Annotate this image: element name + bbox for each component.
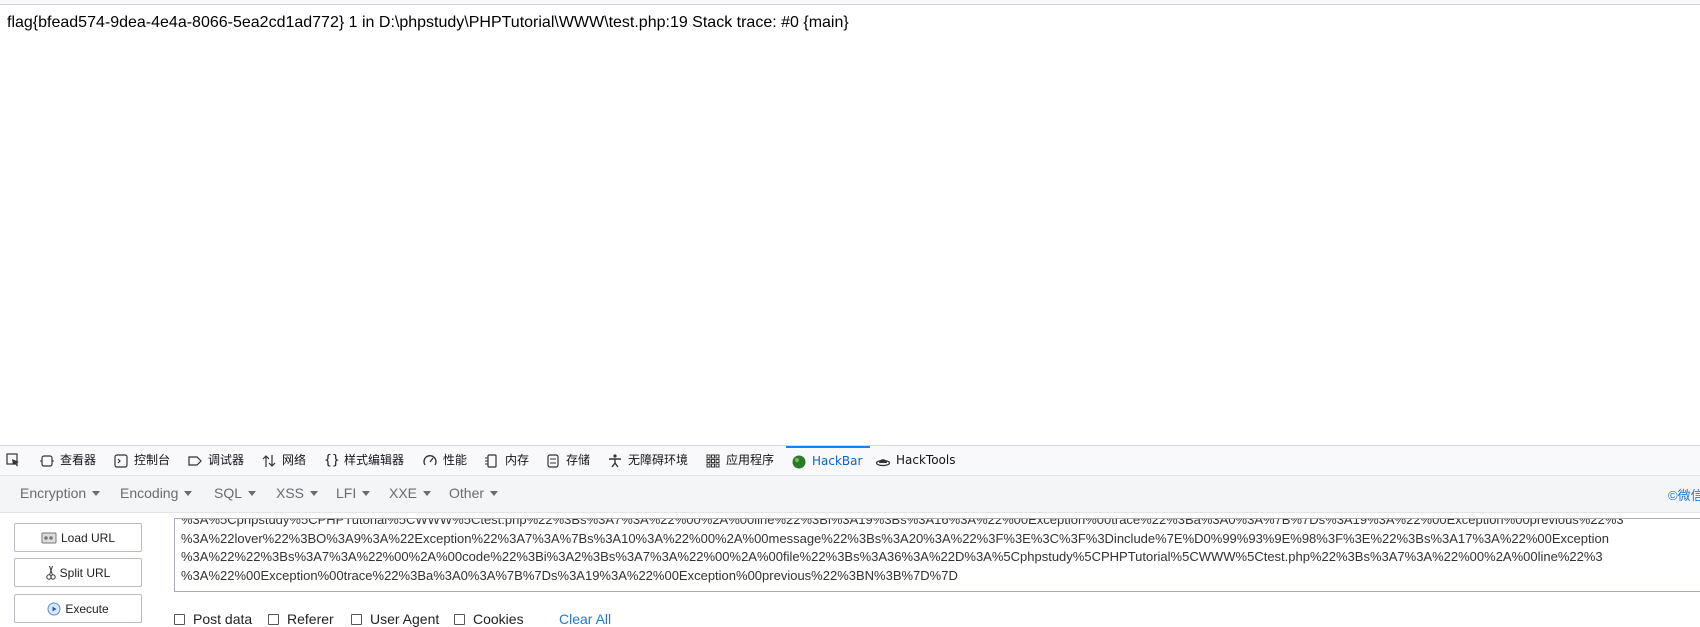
performance-icon <box>423 454 437 465</box>
option-label: Cookies <box>473 611 524 627</box>
tab-label: 调试器 <box>208 453 245 467</box>
menu-label: Other <box>449 485 485 501</box>
option-label: Post data <box>193 611 253 627</box>
menu-encoding[interactable]: Encoding <box>120 485 193 501</box>
menu-label: Encryption <box>20 485 87 501</box>
post-data-option[interactable]: Post data <box>174 611 252 627</box>
option-label: User Agent <box>370 611 440 627</box>
tab-performance[interactable]: 性能 <box>423 446 467 475</box>
caret-down-icon <box>490 490 499 496</box>
caret-down-icon <box>362 490 371 496</box>
hackbar-menu: Encryption Encoding SQL XSS LFI XXE Othe… <box>0 476 1700 513</box>
tab-application[interactable]: 应用程序 <box>706 446 774 475</box>
button-label: Load URL <box>60 530 116 545</box>
caret-down-icon <box>310 490 319 496</box>
tab-label: 样式编辑器 <box>344 453 405 467</box>
load-url-icon <box>41 532 57 543</box>
tab-storage[interactable]: 存储 <box>546 446 590 475</box>
url-textarea[interactable]: %3A%5Cphpstudy%5CPHPTutorial%5CWWW%5Ctes… <box>174 518 1700 592</box>
menu-encryption[interactable]: Encryption <box>20 485 101 501</box>
execute-button[interactable]: Execute <box>14 594 142 623</box>
tab-label: 无障碍环境 <box>628 453 689 467</box>
tab-label: 应用程序 <box>726 453 775 467</box>
tab-network[interactable]: 网络 <box>262 446 306 475</box>
tab-label: 存储 <box>566 453 591 467</box>
tab-accessibility[interactable]: 无障碍环境 <box>608 446 688 475</box>
accessibility-icon <box>609 453 621 467</box>
cookies-option[interactable]: Cookies <box>454 611 524 627</box>
browser-top-border <box>0 0 1700 5</box>
tab-label: 网络 <box>282 453 307 467</box>
tab-debugger[interactable]: 调试器 <box>188 446 244 475</box>
menu-label: LFI <box>336 485 357 501</box>
hacktools-icon <box>876 458 890 466</box>
hackbar-icon <box>792 455 806 468</box>
tab-label: HackTools <box>896 453 956 467</box>
scissors-icon <box>45 565 56 580</box>
tab-style-editor[interactable]: {} 样式编辑器 <box>324 446 404 475</box>
option-label: Referer <box>287 611 334 627</box>
button-label: Split URL <box>59 565 111 580</box>
menu-label: SQL <box>214 485 243 501</box>
button-label: Execute <box>65 601 109 616</box>
tab-label: 性能 <box>443 453 468 467</box>
user-agent-checkbox[interactable] <box>351 613 362 625</box>
storage-icon <box>547 453 559 468</box>
menu-xxe[interactable]: XXE <box>389 485 432 501</box>
tab-memory[interactable]: 内存 <box>485 446 529 475</box>
memory-icon <box>485 453 497 468</box>
tab-label: 查看器 <box>60 453 97 467</box>
caret-down-icon <box>92 490 101 496</box>
caret-down-icon <box>248 490 257 496</box>
element-picker-icon[interactable] <box>6 453 20 467</box>
url-text: %3A%5Cphpstudy%5CPHPTutorial%5CWWW%5Ctes… <box>181 518 1700 585</box>
menu-xss[interactable]: XSS <box>276 485 319 501</box>
tab-label: 内存 <box>505 453 530 467</box>
network-icon <box>262 454 276 467</box>
inspector-icon <box>40 454 54 467</box>
split-url-button[interactable]: Split URL <box>14 558 142 587</box>
url-line: %3A%22%22%3Bs%3A7%3A%22%00%2A%00code%22%… <box>181 549 1603 564</box>
url-line: %3A%22lover%22%3BO%3A9%3A%22Exception%22… <box>181 530 1609 546</box>
menu-label: XXE <box>389 485 418 501</box>
tab-hacktools[interactable]: HackTools <box>876 446 955 475</box>
caret-down-icon <box>184 490 193 496</box>
url-line: %3A%22%00Exception%00trace%22%3Ba%3A0%3A… <box>181 567 958 583</box>
post-data-checkbox[interactable] <box>174 613 185 625</box>
cookies-checkbox[interactable] <box>454 613 465 625</box>
play-icon <box>47 602 61 615</box>
referer-option[interactable]: Referer <box>268 611 334 627</box>
menu-sql[interactable]: SQL <box>214 485 257 501</box>
caret-down-icon <box>423 490 432 496</box>
devtools-tab-bar: 查看器 控制台 调试器 网络 {} 样式编辑器 性能 内存 存储 无障碍环境 应… <box>0 446 1700 476</box>
style-editor-icon: {} <box>324 452 340 468</box>
clear-all-link[interactable]: Clear All <box>559 611 611 627</box>
tab-inspector[interactable]: 查看器 <box>40 446 96 475</box>
url-line: %3A%5Cphpstudy%5CPHPTutorial%5CWWW%5Ctes… <box>181 518 1624 527</box>
tab-label: 控制台 <box>134 453 171 467</box>
tab-console[interactable]: 控制台 <box>114 446 170 475</box>
console-icon <box>114 453 128 468</box>
menu-label: XSS <box>276 485 305 501</box>
copyright-link[interactable]: ©微信 <box>1668 485 1700 504</box>
menu-label: Encoding <box>120 485 179 501</box>
load-url-button[interactable]: Load URL <box>14 523 142 552</box>
page-output-text: flag{bfead574-9dea-4e4a-8066-5ea2cd1ad77… <box>7 14 849 31</box>
debugger-icon <box>188 455 202 466</box>
application-icon <box>706 454 720 467</box>
tab-label: HackBar <box>812 454 863 468</box>
menu-other[interactable]: Other <box>449 485 499 501</box>
menu-lfi[interactable]: LFI <box>336 485 371 501</box>
referer-checkbox[interactable] <box>268 613 279 625</box>
tab-hackbar[interactable]: HackBar <box>786 446 871 475</box>
user-agent-option[interactable]: User Agent <box>351 611 439 627</box>
